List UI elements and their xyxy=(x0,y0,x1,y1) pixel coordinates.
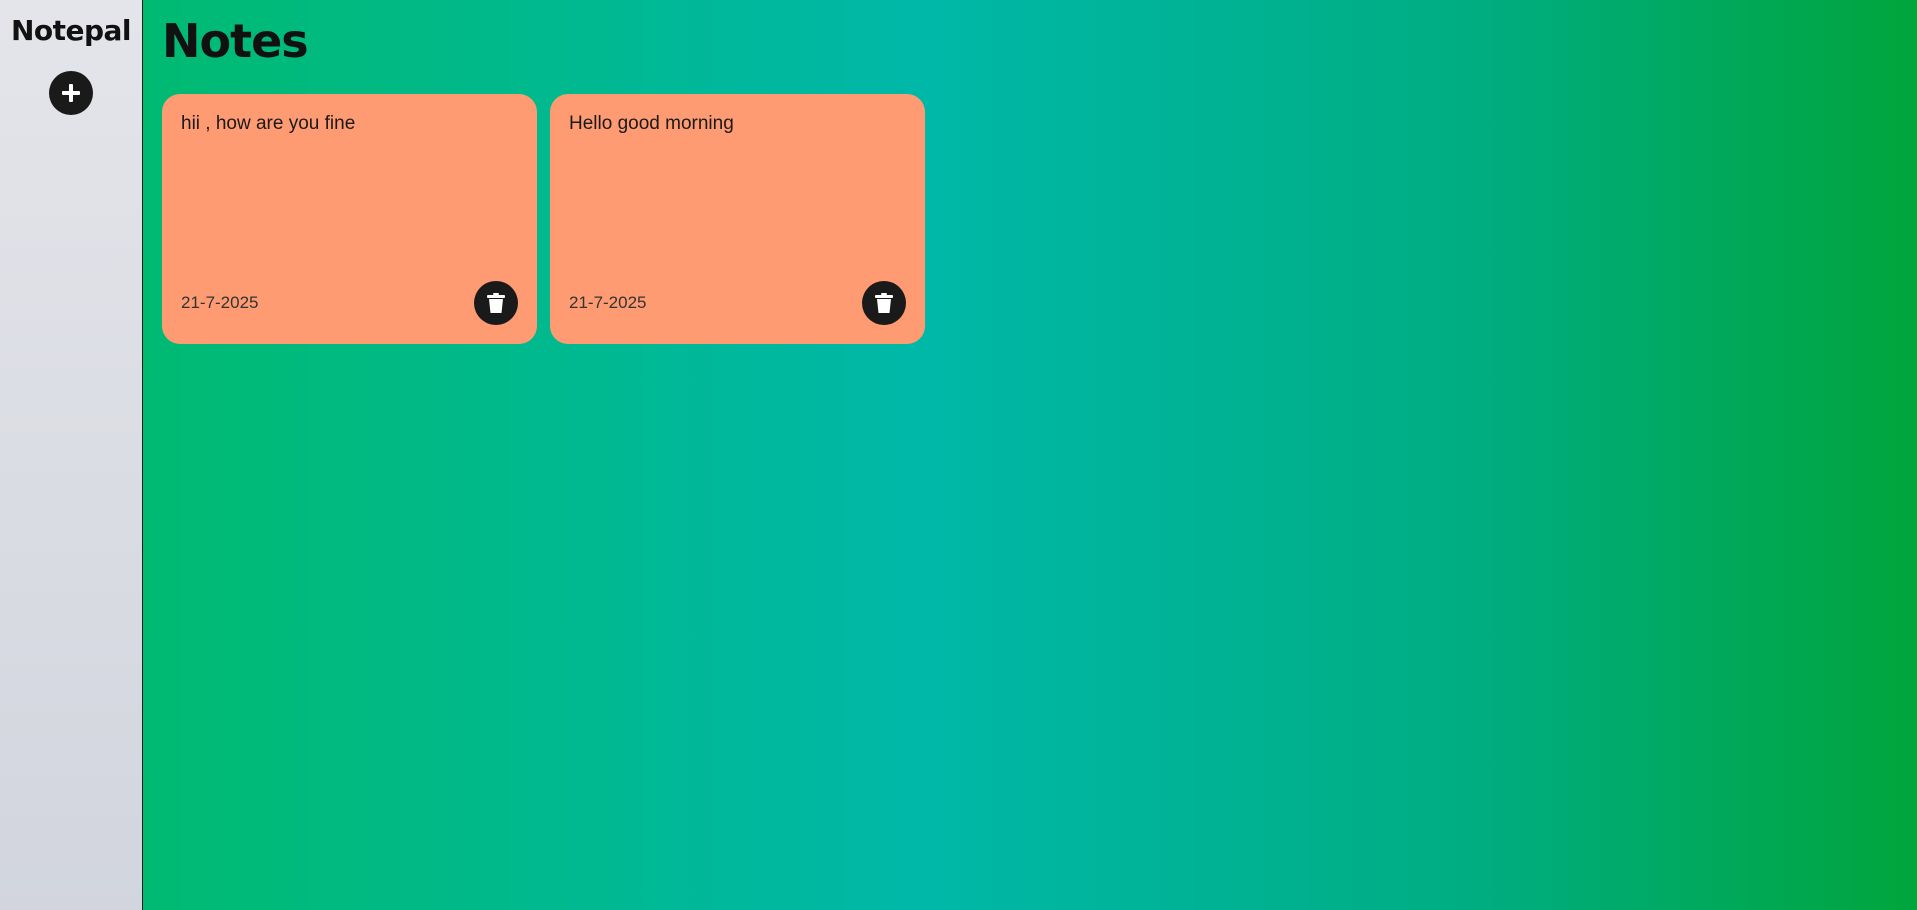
note-text[interactable]: hii , how are you fine xyxy=(181,113,518,135)
sidebar: Notepal xyxy=(0,0,143,910)
add-note-button[interactable] xyxy=(49,71,93,115)
plus-icon xyxy=(62,84,80,102)
delete-note-button[interactable] xyxy=(474,281,518,325)
trash-icon xyxy=(875,293,893,313)
trash-icon xyxy=(487,293,505,313)
notes-grid: hii , how are you fine 21-7-2025 Hello g… xyxy=(162,94,1917,344)
app-brand: Notepal xyxy=(10,14,132,47)
main-content: Notes hii , how are you fine 21-7-2025 H… xyxy=(143,0,1917,910)
note-card[interactable]: hii , how are you fine 21-7-2025 xyxy=(162,94,537,344)
delete-note-button[interactable] xyxy=(862,281,906,325)
note-date: 21-7-2025 xyxy=(569,293,647,312)
page-title: Notes xyxy=(162,14,309,68)
note-card[interactable]: Hello good morning 21-7-2025 xyxy=(550,94,925,344)
note-text[interactable]: Hello good morning xyxy=(569,113,906,135)
note-date: 21-7-2025 xyxy=(181,293,259,312)
